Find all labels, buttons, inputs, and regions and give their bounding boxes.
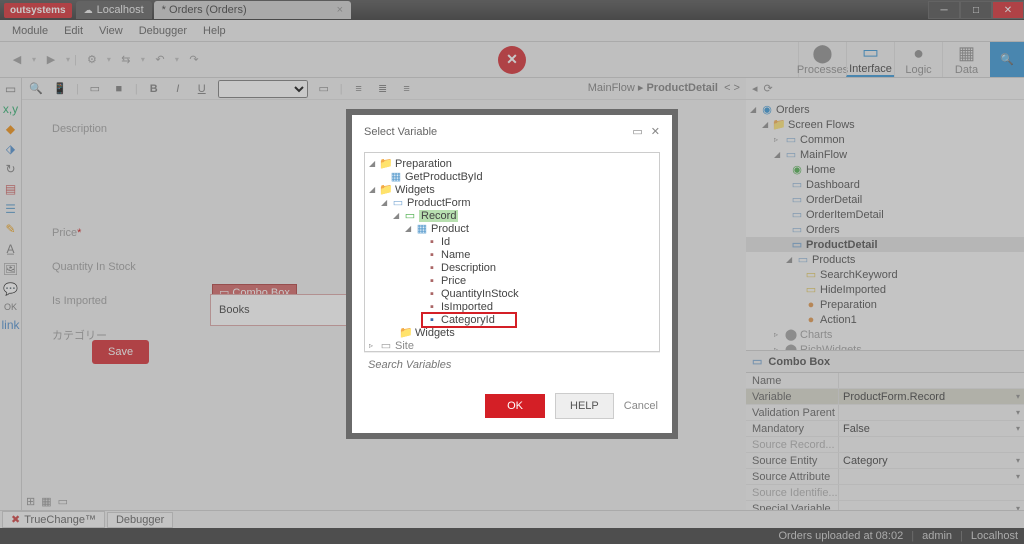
modal-search-input[interactable] (364, 352, 660, 379)
modal-cancel-button[interactable]: Cancel (624, 400, 658, 412)
var-description[interactable]: Description (441, 262, 496, 274)
var-name[interactable]: Name (441, 249, 470, 261)
var-preparation[interactable]: Preparation (395, 158, 452, 170)
var-product[interactable]: Product (431, 223, 469, 235)
var-categoryid[interactable]: ▪CategoryId (421, 312, 517, 328)
var-id[interactable]: Id (441, 236, 450, 248)
modal-help-button[interactable]: HELP (555, 393, 614, 419)
var-widgets[interactable]: Widgets (395, 184, 435, 196)
var-record[interactable]: Record (419, 210, 458, 222)
var-productform[interactable]: ProductForm (407, 197, 471, 209)
var-price[interactable]: Price (441, 275, 466, 287)
var-site[interactable]: Site (395, 340, 414, 352)
var-getproductbyid[interactable]: GetProductById (405, 171, 483, 183)
modal-title: Select Variable (364, 126, 437, 138)
var-widgets2[interactable]: Widgets (415, 327, 455, 339)
var-qis[interactable]: QuantityInStock (441, 288, 519, 300)
modal-ok-button[interactable]: OK (485, 394, 545, 418)
modal-close-icon[interactable]: ✕ (651, 125, 660, 138)
modal-maximize-icon[interactable]: ▭ (632, 125, 642, 138)
